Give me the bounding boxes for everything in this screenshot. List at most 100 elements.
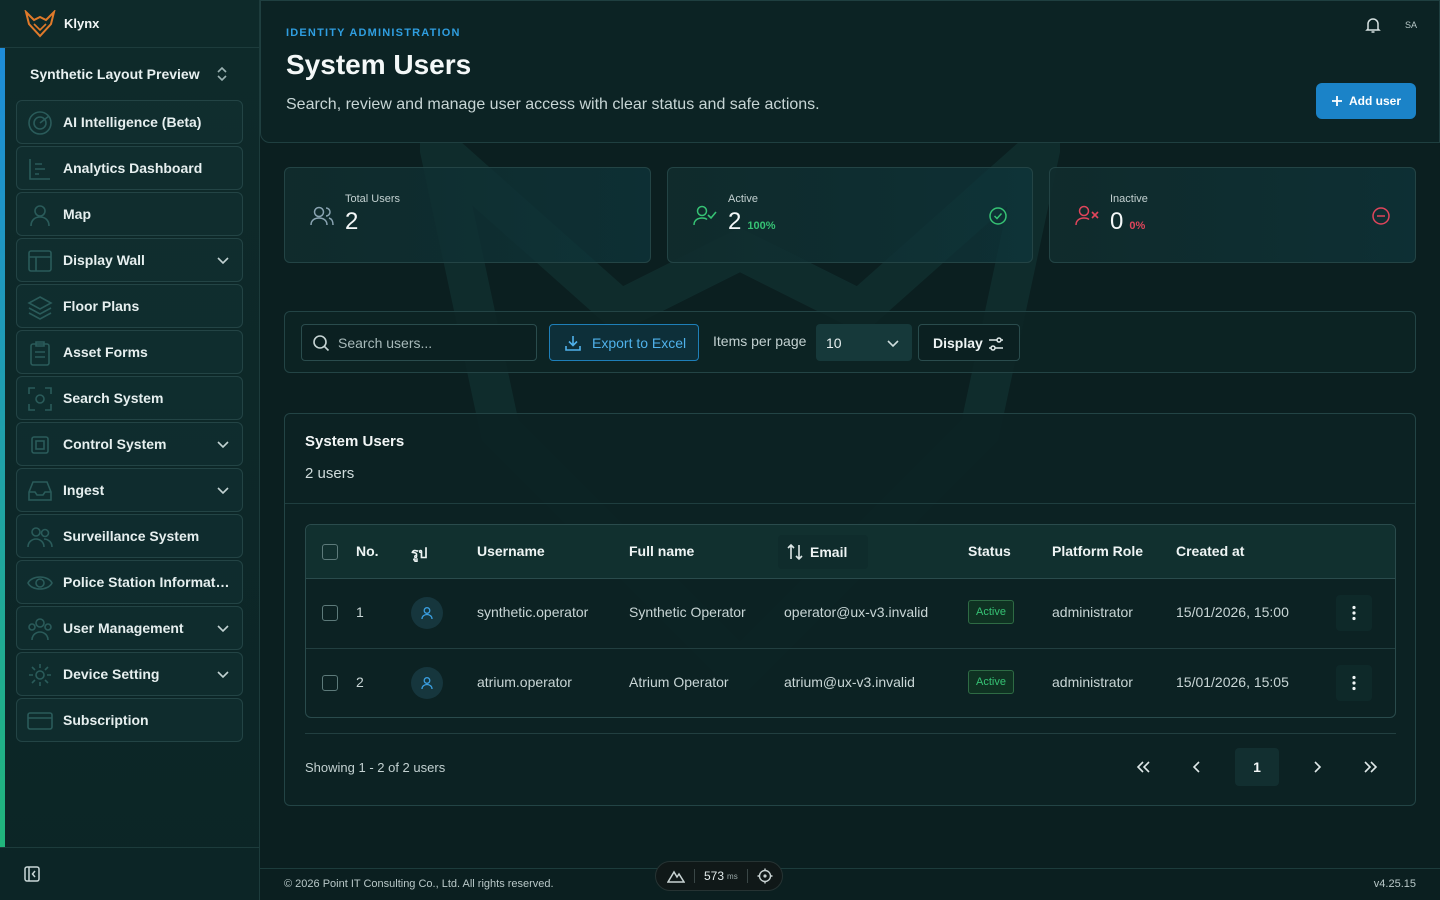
row-checkbox[interactable] (322, 675, 338, 691)
sidebar-accent-bar (0, 48, 5, 847)
sidebar-item-floor-plans[interactable]: Floor Plans (16, 284, 243, 328)
select-all-checkbox[interactable] (322, 544, 338, 560)
users-icon (27, 524, 53, 550)
users-table: No. รูป Username Full name Email Status … (305, 524, 1396, 718)
sidebar-item-control-system[interactable]: Control System (16, 422, 243, 466)
col-header-full-name[interactable]: Full name (629, 543, 694, 559)
row-actions-button[interactable] (1336, 665, 1372, 701)
workspace-name: Synthetic Layout Preview (30, 66, 200, 82)
col-header-created-at[interactable]: Created at (1176, 543, 1244, 559)
table-row[interactable]: 1 synthetic.operator Synthetic Operator … (306, 579, 1395, 648)
items-per-page-label: Items per page (713, 333, 807, 349)
version-text: v4.25.15 (1373, 878, 1416, 890)
chevron-down-icon[interactable] (216, 621, 230, 635)
users-table-card: System Users 2 users No. รูป Username Fu… (284, 413, 1416, 806)
next-page-button[interactable] (1297, 748, 1337, 786)
user-avatar[interactable]: SA (1401, 15, 1421, 35)
export-label: Export to Excel (592, 334, 687, 351)
avatar (411, 597, 443, 629)
col-header-email[interactable]: Email (778, 535, 868, 569)
sidebar-item-label: AI Intelligence (Beta) (63, 114, 202, 130)
sidebar-item-label: Floor Plans (63, 298, 140, 314)
chevron-down-icon[interactable] (216, 667, 230, 681)
search-icon (313, 335, 330, 352)
stat-inactive-value: 0 (1110, 208, 1124, 235)
page-header: IDENTITY ADMINISTRATION System Users Sea… (260, 0, 1440, 143)
page-subtitle: Search, review and manage user access wi… (286, 96, 820, 113)
sidebar-item-surveillance-system[interactable]: Surveillance System (16, 514, 243, 558)
row-username: atrium.operator (477, 674, 572, 690)
scan-icon (27, 386, 53, 412)
last-page-button[interactable] (1351, 748, 1391, 786)
stat-card-total: Total Users 2 (284, 167, 651, 263)
chevron-down-icon[interactable] (216, 437, 230, 451)
row-no: 1 (356, 604, 364, 620)
row-role: administrator (1052, 604, 1133, 620)
add-user-button[interactable]: Add user (1316, 83, 1416, 119)
perf-widget[interactable]: 573 ms (655, 861, 783, 891)
divider (285, 503, 1415, 504)
status-badge: Active (968, 600, 1014, 624)
search-field[interactable] (301, 324, 537, 361)
chevron-down-icon[interactable] (216, 483, 230, 497)
sidebar-item-asset-forms[interactable]: Asset Forms (16, 330, 243, 374)
chevron-left-icon (1192, 761, 1200, 773)
perf-unit: ms (727, 871, 738, 881)
stat-active-label: Active (728, 193, 758, 205)
sidebar-item-map[interactable]: Map (16, 192, 243, 236)
row-checkbox[interactable] (322, 605, 338, 621)
sidebar-item-analytics-dashboard[interactable]: Analytics Dashboard (16, 146, 243, 190)
sidebar: Klynx Synthetic Layout Preview AI Intell… (0, 0, 260, 900)
sidebar-item-ingest[interactable]: Ingest (16, 468, 243, 512)
pagination-summary: Showing 1 - 2 of 2 users (305, 760, 446, 775)
table-row[interactable]: 2 atrium.operator Atrium Operator atrium… (306, 648, 1395, 717)
sidebar-item-device-setting[interactable]: Device Setting (16, 652, 243, 696)
row-created-at: 15/01/2026, 15:05 (1176, 674, 1289, 690)
page-title: System Users (286, 49, 472, 80)
user-check-icon (693, 205, 717, 226)
row-no: 2 (356, 674, 364, 690)
sidebar-item-label: Asset Forms (63, 344, 148, 360)
row-actions-button[interactable] (1336, 595, 1372, 631)
sliders-icon (989, 337, 1003, 351)
table-header-row: No. รูป Username Full name Email Status … (306, 525, 1395, 579)
col-header-role[interactable]: Platform Role (1052, 543, 1143, 559)
sidebar-item-label: User Management (63, 620, 184, 636)
copyright-text: © 2026 Point IT Consulting Co., Ltd. All… (284, 878, 554, 890)
sidebar-item-label: Map (63, 206, 91, 222)
stat-inactive-value-wrap: 0 0% (1110, 208, 1145, 236)
sidebar-item-label: Search System (63, 390, 164, 406)
col-header-status[interactable]: Status (968, 543, 1011, 559)
display-button[interactable]: Display (918, 324, 1020, 361)
chevron-down-icon (887, 340, 899, 348)
perf-value: 573 (704, 869, 725, 883)
fox-logo-icon (24, 9, 56, 37)
stat-total-value: 2 (345, 208, 359, 235)
sidebar-item-search-system[interactable]: Search System (16, 376, 243, 420)
col-header-username[interactable]: Username (477, 543, 545, 559)
sidebar-collapse-button[interactable] (0, 847, 259, 900)
search-input[interactable] (338, 334, 528, 351)
chevrons-left-icon (1136, 761, 1150, 773)
prev-page-button[interactable] (1177, 748, 1217, 786)
download-icon (565, 336, 581, 351)
sidebar-item-ai-intelligence-beta[interactable]: AI Intelligence (Beta) (16, 100, 243, 144)
stat-active-value-wrap: 2 100% (728, 208, 776, 236)
first-page-button[interactable] (1123, 748, 1163, 786)
clipboard-icon (27, 340, 53, 366)
more-vertical-icon (1352, 605, 1356, 621)
brand[interactable]: Klynx (0, 0, 259, 48)
stat-card-active: Active 2 100% (667, 167, 1033, 263)
sidebar-item-display-wall[interactable]: Display Wall (16, 238, 243, 282)
sidebar-item-subscription[interactable]: Subscription (16, 698, 243, 742)
chevron-down-icon[interactable] (216, 253, 230, 267)
bell-icon[interactable] (1363, 15, 1383, 35)
sidebar-item-user-management[interactable]: User Management (16, 606, 243, 650)
workspace-switcher[interactable]: Synthetic Layout Preview (16, 58, 242, 90)
items-per-page-select[interactable]: 10 (816, 324, 912, 361)
export-excel-button[interactable]: Export to Excel (549, 324, 699, 361)
stat-active-pct: 100% (747, 220, 776, 232)
row-email: operator@ux-v3.invalid (784, 604, 929, 620)
page-number-button[interactable]: 1 (1235, 748, 1279, 786)
sidebar-item-police-station-informati[interactable]: Police Station Informati... (16, 560, 243, 604)
